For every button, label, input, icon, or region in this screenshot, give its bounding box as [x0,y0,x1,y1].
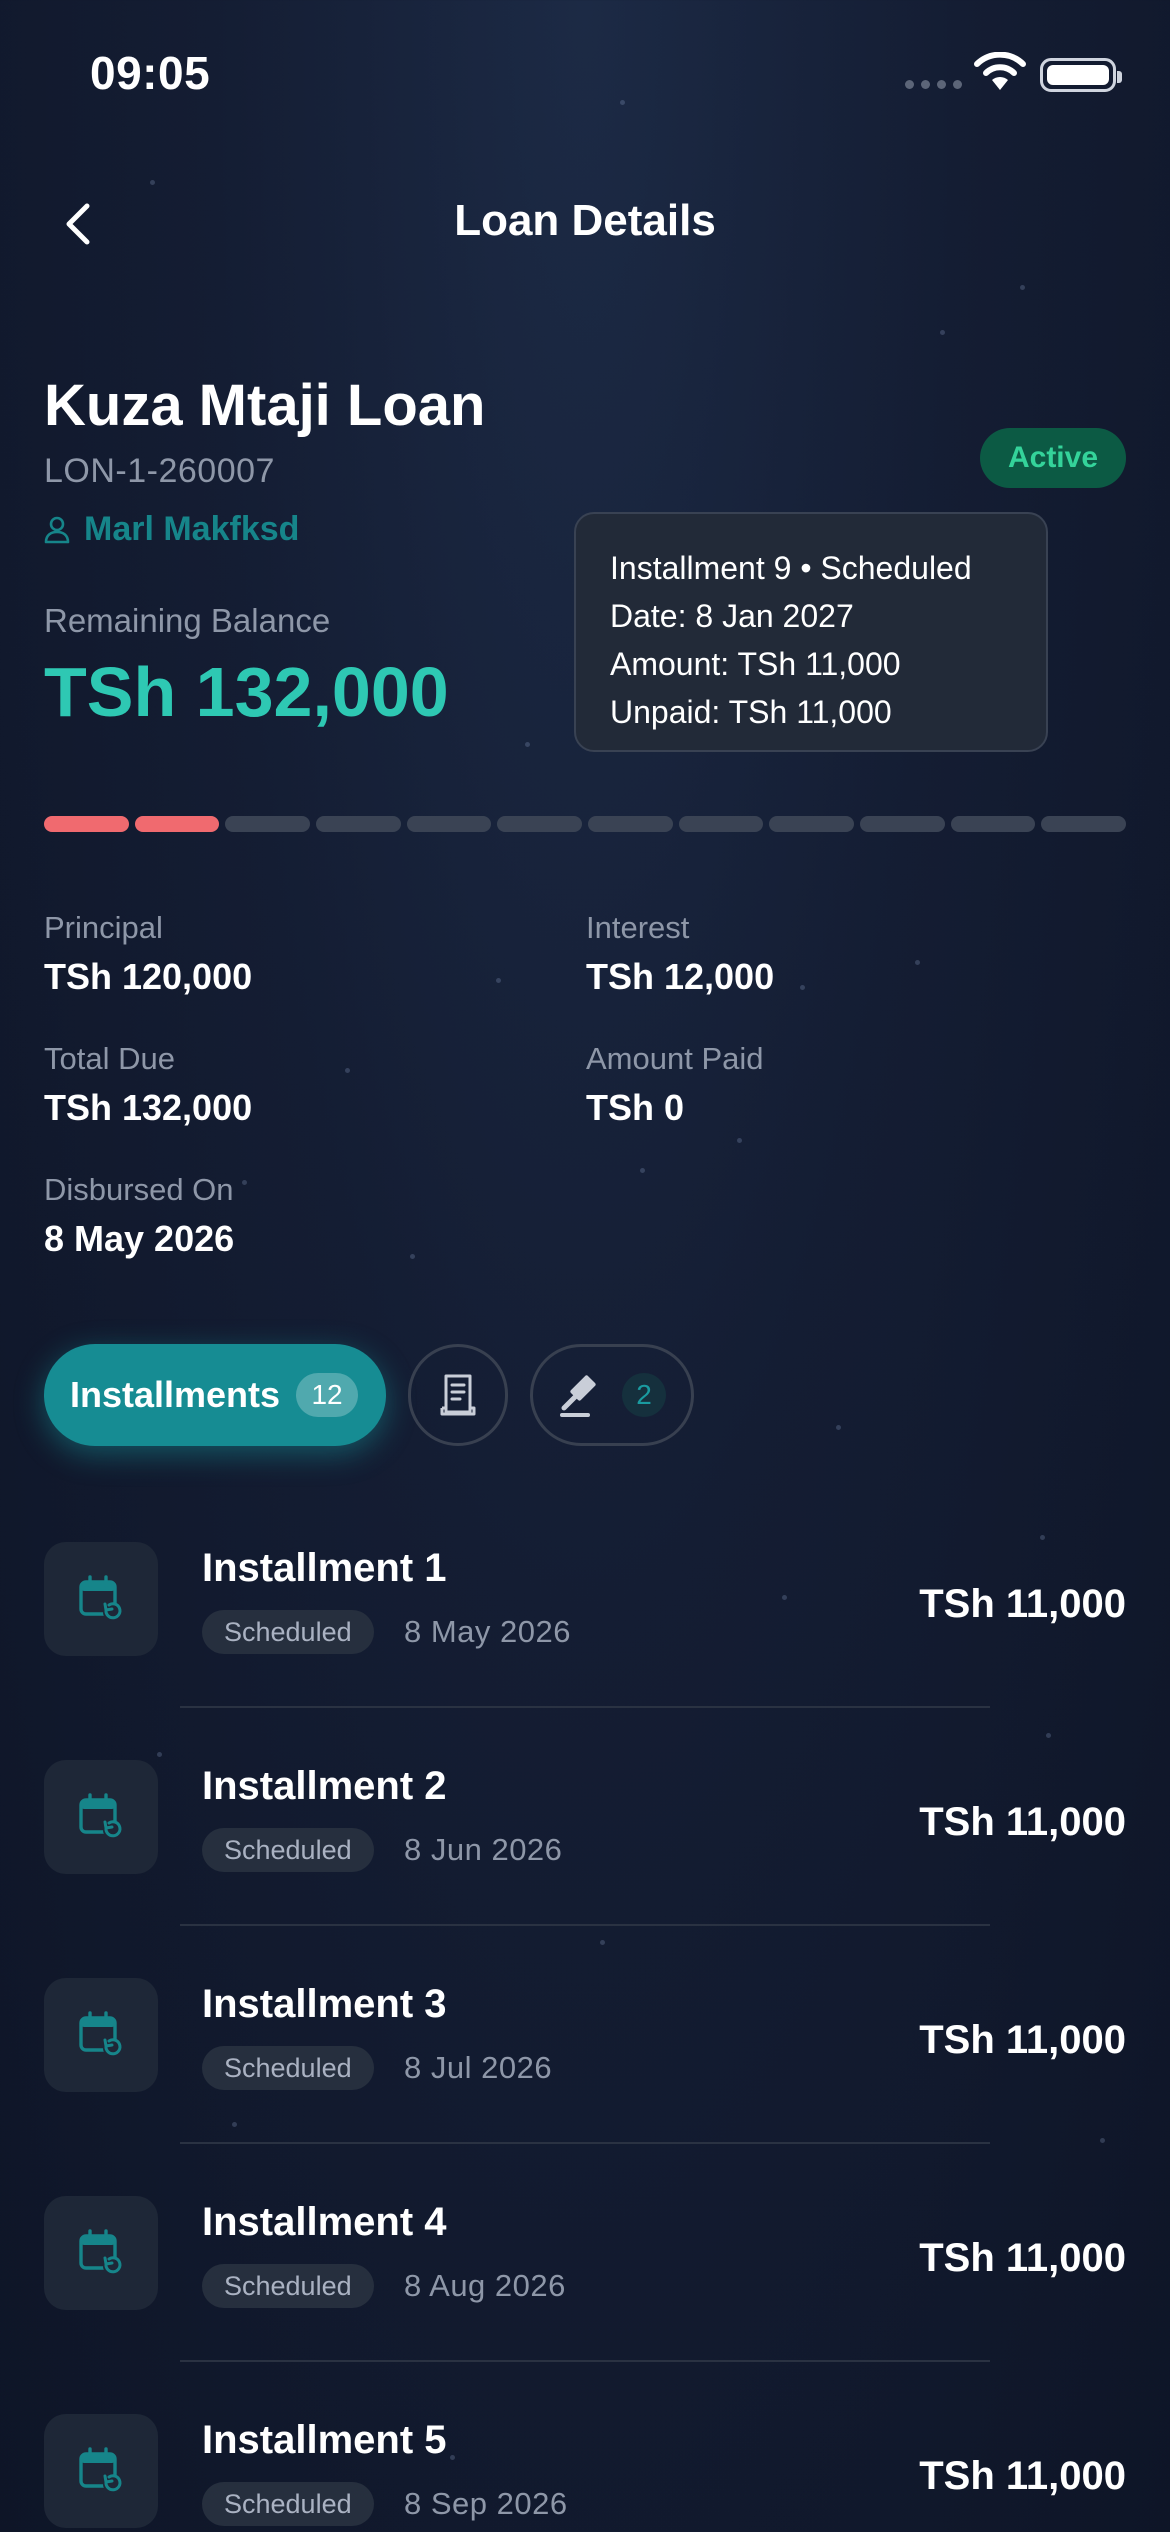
progress-segment[interactable] [316,816,401,832]
calendar-refresh-icon [44,1760,158,1874]
divider [180,2142,990,2144]
installment-title: Installment 3 [202,1982,447,2026]
installment-row[interactable]: Installment 2 Scheduled 8 Jun 2026 TSh 1… [0,1736,1170,1954]
installment-row[interactable]: Installment 4 Scheduled 8 Aug 2026 TSh 1… [0,2172,1170,2390]
disbursed-value: 8 May 2026 [44,1218,235,1259]
installment-status-badge: Scheduled [202,2482,374,2526]
principal-value: TSh 120,000 [44,956,253,997]
disbursed-field: Disbursed On 8 May 2026 [44,1172,234,1260]
calendar-refresh-icon [44,1978,158,2092]
installment-progress-bar[interactable] [44,816,1127,834]
borrower-name: Marl Makfksd [84,510,300,548]
progress-segment[interactable] [588,816,673,832]
status-badge: Active [980,428,1126,488]
total-due-label: Total Due [44,1041,175,1076]
tab-penalties[interactable]: 2 [530,1344,694,1446]
installment-title: Installment 2 [202,1764,447,1808]
total-due-value: TSh 132,000 [44,1087,253,1128]
total-due-field: Total Due TSh 132,000 [44,1041,252,1129]
remaining-balance-value: TSh 132,000 [44,653,449,731]
divider [180,1706,990,1708]
installment-list: Installment 1 Scheduled 8 May 2026 TSh 1… [0,1518,1170,2532]
installment-amount: TSh 11,000 [919,2018,1126,2062]
installment-amount: TSh 11,000 [919,2236,1126,2280]
divider [180,2360,990,2362]
installment-date: 8 Sep 2026 [404,2486,568,2521]
chevron-left-icon [66,203,90,245]
calendar-refresh-icon [44,2196,158,2310]
installment-date: 8 Jul 2026 [404,2050,553,2085]
installment-row[interactable]: Installment 3 Scheduled 8 Jul 2026 TSh 1… [0,1954,1170,2172]
calendar-refresh-icon [44,2414,158,2528]
remaining-balance-label: Remaining Balance [44,602,331,639]
divider [180,1924,990,1926]
progress-segment[interactable] [769,816,855,832]
amount-paid-value: TSh 0 [586,1087,685,1128]
interest-label: Interest [586,910,690,945]
gavel-icon [560,1375,596,1417]
tooltip-unpaid: Unpaid: TSh 11,000 [610,694,892,730]
wifi-icon [974,52,1026,90]
progress-segment[interactable] [950,816,1036,832]
installment-amount: TSh 11,000 [919,2454,1126,2498]
installment-date: 8 May 2026 [404,1614,571,1649]
status-time: 09:05 [90,47,211,99]
tab-installments[interactable]: Installments 12 [44,1344,386,1446]
installment-row[interactable]: Installment 1 Scheduled 8 May 2026 TSh 1… [0,1518,1170,1736]
calendar-refresh-icon [44,1542,158,1656]
installment-amount: TSh 11,000 [919,1582,1126,1626]
installment-row[interactable]: Installment 5 Scheduled 8 Sep 2026 TSh 1… [0,2390,1170,2532]
receipt-icon [440,1374,476,1416]
user-icon [44,516,70,543]
page-title: Loan Details [454,196,716,245]
progress-segment[interactable] [497,816,583,832]
installment-title: Installment 5 [202,2418,447,2462]
loan-name: Kuza Mtaji Loan [44,373,486,438]
amount-paid-field: Amount Paid TSh 0 [586,1041,764,1129]
tooltip-date: Date: 8 Jan 2027 [610,598,854,634]
tab-receipts[interactable] [408,1344,508,1446]
loan-id: LON-1-260007 [44,452,275,490]
cellular-signal-icon [905,80,962,89]
tab-penalties-count: 2 [622,1373,666,1417]
installment-amount: TSh 11,000 [919,1800,1126,1844]
amount-paid-label: Amount Paid [586,1041,764,1076]
disbursed-label: Disbursed On [44,1172,234,1207]
back-button[interactable] [52,190,104,258]
installment-title: Installment 4 [202,2200,447,2244]
principal-label: Principal [44,910,163,945]
tab-installments-label: Installments [70,1374,281,1415]
borrower-link[interactable]: Marl Makfksd [44,510,299,549]
installment-date: 8 Jun 2026 [404,1832,563,1867]
installment-status-badge: Scheduled [202,1610,374,1654]
installment-title: Installment 1 [202,1546,447,1590]
installment-status-badge: Scheduled [202,2046,374,2090]
interest-value: TSh 12,000 [586,956,775,997]
progress-segment[interactable] [678,816,764,832]
tab-installments-count: 12 [296,1373,359,1417]
battery-icon [1040,58,1122,92]
installment-tooltip: Installment 9 • Scheduled Date: 8 Jan 20… [574,512,1048,752]
interest-field: Interest TSh 12,000 [586,910,774,998]
principal-field: Principal TSh 120,000 [44,910,252,998]
progress-segment[interactable] [44,816,129,832]
tooltip-amount: Amount: TSh 11,000 [610,646,901,682]
progress-segment[interactable] [406,816,492,832]
installment-status-badge: Scheduled [202,2264,374,2308]
progress-segment[interactable] [134,816,220,832]
installment-date: 8 Aug 2026 [404,2268,566,2303]
progress-segment[interactable] [1041,816,1127,832]
progress-segment[interactable] [225,816,311,832]
tooltip-title: Installment 9 • Scheduled [610,550,972,586]
progress-segment[interactable] [860,816,945,832]
installment-status-badge: Scheduled [202,1828,374,1872]
